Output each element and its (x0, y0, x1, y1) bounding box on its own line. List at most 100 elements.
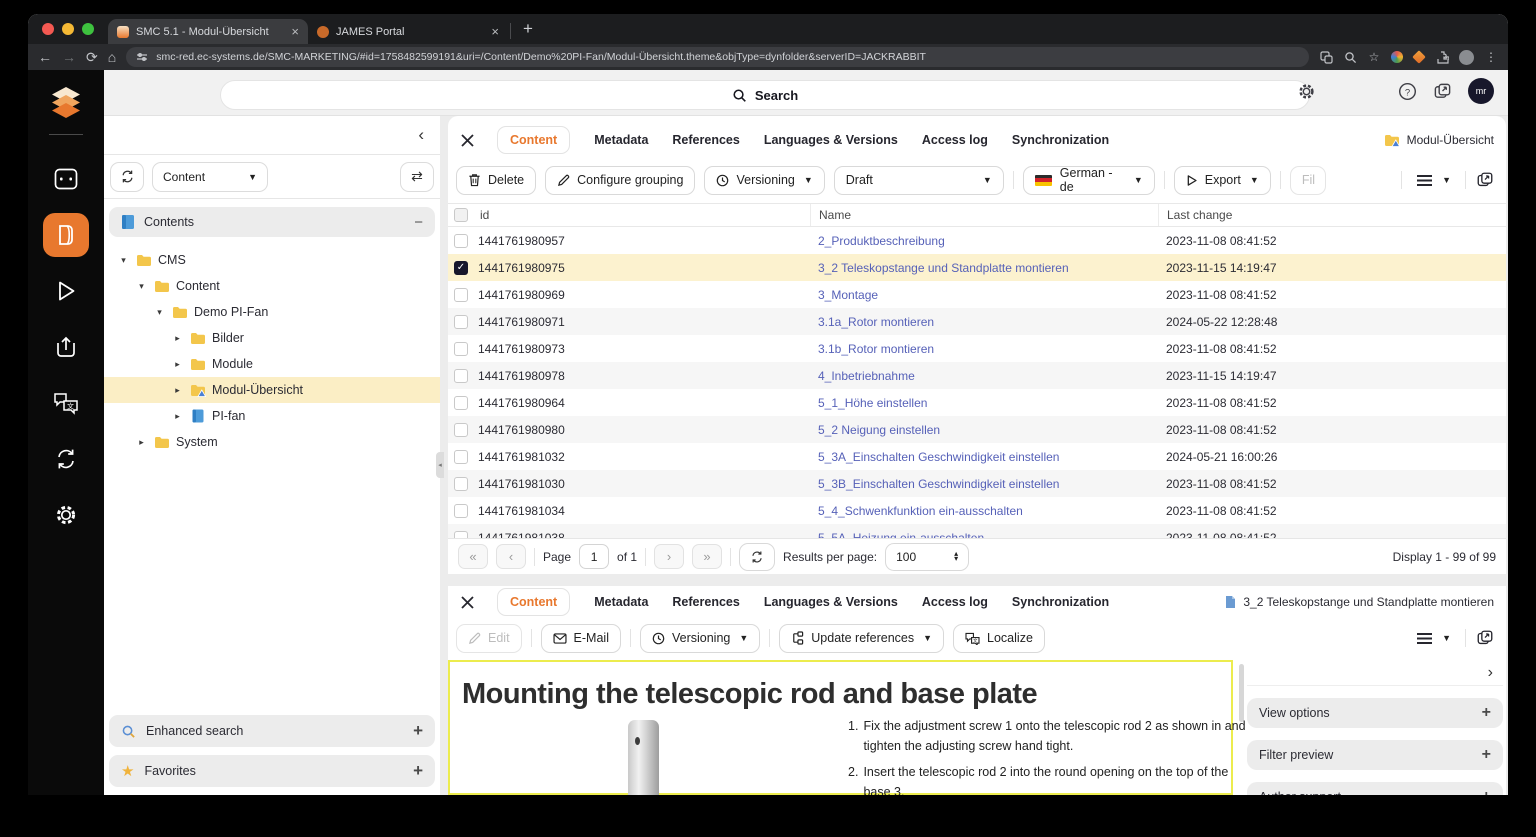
section-view-options[interactable]: View options + (1247, 698, 1503, 728)
cell-name-link[interactable]: 2_Produktbeschreibung (818, 234, 1166, 248)
tree-item-module[interactable]: ▸ Module (104, 351, 440, 377)
table-row[interactable]: 1441761981034 5_4_Schwenkfunktion ein-aus… (448, 497, 1506, 524)
back-icon[interactable]: ← (38, 50, 52, 64)
extension-pencil-icon[interactable] (1412, 50, 1426, 64)
tree-item-bilder[interactable]: ▸ Bilder (104, 325, 440, 351)
expand-plus-icon[interactable]: + (1482, 746, 1491, 764)
rail-item-translation[interactable]: 文 (43, 381, 89, 425)
user-avatar[interactable]: mr (1468, 78, 1494, 104)
cell-name-link[interactable]: 5_2 Neigung einstellen (818, 423, 1166, 437)
caret-icon[interactable]: ▸ (172, 385, 183, 396)
tab-close-icon[interactable]: × (491, 24, 499, 39)
browser-tab-inactive[interactable]: JAMES Portal × (308, 19, 508, 44)
close-icon[interactable] (460, 133, 475, 148)
prev-page-button[interactable]: ‹ (496, 544, 526, 569)
tab-metadata[interactable]: Metadata (594, 133, 648, 147)
rail-item-content[interactable] (43, 213, 89, 257)
external-window-icon[interactable] (1433, 82, 1452, 101)
versioning-button[interactable]: Versioning ▼ (639, 623, 761, 653)
stepper-icon[interactable]: ▴ ▾ (954, 549, 958, 562)
cell-name-link[interactable]: 5_4_Schwenkfunktion ein-ausschalten (818, 504, 1166, 518)
delete-button[interactable]: Delete (456, 165, 537, 195)
cell-name-link[interactable]: 3.1a_Rotor montieren (818, 315, 1166, 329)
cell-name-link[interactable]: 5_3A_Einschalten Geschwindigkeit einstel… (818, 450, 1166, 464)
tab-synchronization[interactable]: Synchronization (1012, 595, 1109, 609)
expand-plus-icon[interactable]: + (1482, 788, 1491, 795)
language-select[interactable]: German - de ▼ (1022, 165, 1155, 195)
configure-grouping-button[interactable]: Configure grouping (545, 165, 696, 195)
extensions-puzzle-icon[interactable] (1435, 50, 1449, 64)
tree-root-contents[interactable]: Contents − (109, 207, 435, 237)
caret-icon[interactable]: ▸ (136, 437, 147, 448)
tree-item-pi-fan[interactable]: ▸ PI-fan (104, 403, 440, 429)
expand-plus-icon[interactable]: + (413, 721, 423, 741)
table-row[interactable]: 1441761981038 5_5A_Heizung ein-ausschalte… (448, 524, 1506, 538)
row-checkbox[interactable] (454, 503, 468, 518)
zoom-icon[interactable] (1343, 50, 1357, 64)
table-row[interactable]: 1441761980971 3.1a_Rotor montieren 2024-05… (448, 308, 1506, 335)
table-row[interactable]: 1441761980969 3_Montage 2023-11-08 08:41:5… (448, 281, 1506, 308)
column-header-name[interactable]: Name (810, 204, 1166, 226)
row-checkbox[interactable] (454, 422, 468, 437)
section-filter-preview[interactable]: Filter preview + (1247, 740, 1503, 770)
close-window-button[interactable] (42, 23, 54, 35)
minimize-window-button[interactable] (62, 23, 74, 35)
expand-plus-icon[interactable]: + (413, 761, 423, 781)
tree-item-cms[interactable]: ▾ CMS (104, 247, 440, 273)
cell-name-link[interactable]: 4_Inbetriebnahme (818, 369, 1166, 383)
tab-access-log[interactable]: Access log (922, 133, 988, 147)
new-tab-button[interactable]: + (523, 19, 533, 39)
table-row[interactable]: 1441761980980 5_2 Neigung einstellen 2023-… (448, 416, 1506, 443)
open-new-window-icon[interactable] (1476, 629, 1494, 647)
site-info-icon[interactable] (136, 51, 148, 63)
collapse-minus-icon[interactable]: − (414, 214, 423, 231)
tab-references[interactable]: References (672, 595, 739, 609)
caret-icon[interactable]: ▾ (136, 281, 147, 292)
preview-scrollbar[interactable] (1239, 664, 1244, 722)
open-new-window-icon[interactable] (1476, 171, 1494, 189)
table-row[interactable]: 1441761980978 4_Inbetriebnahme 2023-11-15 … (448, 362, 1506, 389)
first-page-button[interactable]: « (458, 544, 488, 569)
tab-content[interactable]: Content (497, 588, 571, 616)
translate-icon[interactable] (1319, 50, 1333, 64)
filter-button[interactable]: Fil (1289, 165, 1326, 195)
cell-name-link[interactable]: 3_2 Teleskopstange und Standplatte monti… (818, 261, 1166, 275)
close-icon[interactable] (460, 595, 475, 610)
caret-icon[interactable]: ▾ (118, 255, 129, 266)
rail-item-settings[interactable] (43, 493, 89, 537)
cell-name-link[interactable]: 3_Montage (818, 288, 1166, 302)
address-bar[interactable]: smc-red.ec-systems.de/SMC-MARKETING/#id=… (126, 47, 1309, 67)
row-checkbox[interactable] (454, 287, 468, 302)
reload-icon[interactable]: ⟳ (86, 50, 98, 64)
row-checkbox[interactable] (454, 368, 468, 383)
search-input[interactable]: Search (220, 80, 1310, 110)
home-icon[interactable]: ⌂ (108, 50, 116, 64)
rail-item-dashboard[interactable] (43, 157, 89, 201)
localize-button[interactable]: 文 Localize (953, 623, 1045, 653)
rail-item-sync[interactable] (43, 437, 89, 481)
detail-menu-button[interactable]: ▼ (1412, 623, 1455, 653)
cell-name-link[interactable]: 5_5A_Heizung ein-ausschalten (818, 531, 1166, 539)
cell-name-link[interactable]: 5_1_Höhe einstellen (818, 396, 1166, 410)
tab-content[interactable]: Content (497, 126, 571, 154)
export-button[interactable]: Export ▼ (1173, 165, 1271, 195)
update-references-button[interactable]: Update references ▼ (779, 623, 945, 653)
reload-results-button[interactable] (739, 542, 776, 571)
collapse-panel-icon[interactable]: ‹ (418, 125, 424, 145)
tab-synchronization[interactable]: Synchronization (1012, 133, 1109, 147)
tab-languages-versions[interactable]: Languages & Versions (764, 595, 898, 609)
row-checkbox[interactable] (454, 449, 468, 464)
section-author-support[interactable]: Author support + (1247, 782, 1503, 795)
tab-references[interactable]: References (672, 133, 739, 147)
table-row[interactable]: 1441761980973 3.1b_Rotor montieren 2023-11… (448, 335, 1506, 362)
table-row[interactable]: 1441761980964 5_1_Höhe einstellen 2023-11-… (448, 389, 1506, 416)
row-checkbox[interactable] (454, 260, 468, 275)
panel-resize-handle[interactable]: ◂ (436, 452, 444, 478)
table-row[interactable]: 1441761980975 3_2 Teleskopstange und Stan… (448, 254, 1506, 281)
tree-item-system[interactable]: ▸ System (104, 429, 440, 455)
tab-access-log[interactable]: Access log (922, 595, 988, 609)
results-per-page-select[interactable]: 100 ▴ ▾ (885, 542, 970, 571)
row-checkbox[interactable] (454, 530, 468, 538)
caret-icon[interactable]: ▾ (154, 307, 165, 318)
browser-profile-avatar[interactable] (1459, 49, 1474, 65)
